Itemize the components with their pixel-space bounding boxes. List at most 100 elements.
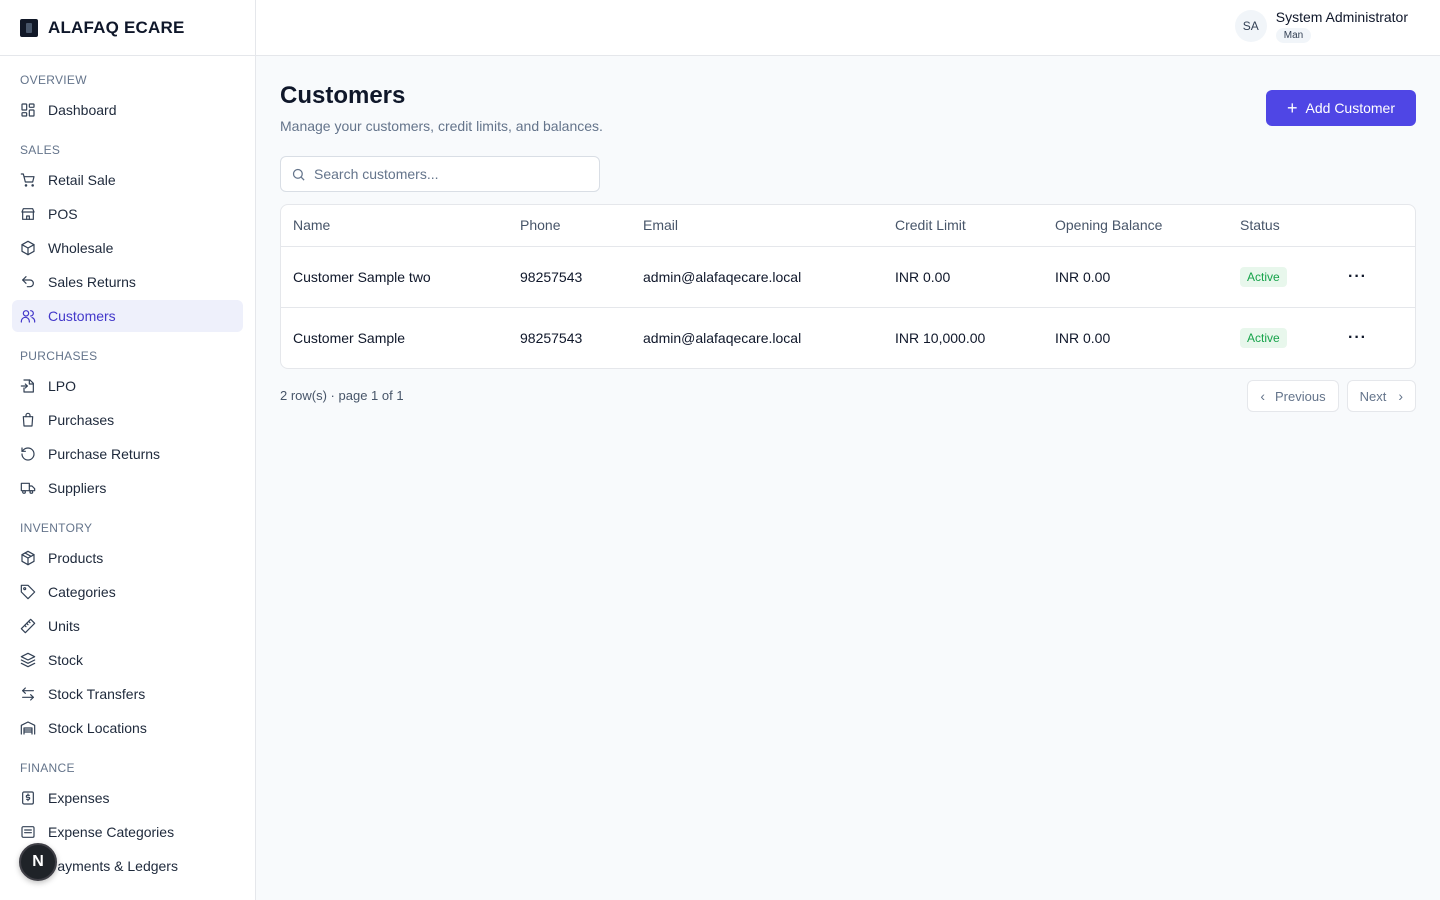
search-box[interactable] bbox=[280, 156, 600, 192]
sidebar-item-label: Stock Transfers bbox=[48, 686, 146, 702]
floating-action-badge[interactable]: N bbox=[19, 843, 57, 881]
sidebar-item-units[interactable]: Units bbox=[12, 610, 243, 642]
column-header-email[interactable]: Email bbox=[631, 205, 883, 247]
nav-section-purchases: PURCHASES bbox=[20, 349, 98, 363]
sidebar-item-label: Units bbox=[48, 618, 80, 634]
sidebar-item-retail-sale[interactable]: Retail Sale bbox=[12, 164, 243, 196]
more-actions-icon[interactable]: ··· bbox=[1348, 329, 1367, 346]
next-label: Next bbox=[1359, 388, 1387, 404]
sidebar-item-products[interactable]: Products bbox=[12, 542, 243, 574]
column-header-opening-balance[interactable]: Opening Balance bbox=[1043, 205, 1228, 247]
sidebar-item-label: Customers bbox=[48, 308, 116, 324]
table-row[interactable]: Customer Sample two 98257543 admin@alafa… bbox=[281, 246, 1415, 307]
sidebar-item-label: LPO bbox=[48, 378, 77, 394]
cell-opening-balance: INR 0.00 bbox=[1055, 268, 1111, 285]
sidebar-item-wholesale[interactable]: Wholesale bbox=[12, 232, 243, 264]
cell-email: admin@alafaqecare.local bbox=[643, 268, 802, 285]
sidebar-item-label: Sales Returns bbox=[48, 274, 136, 290]
table-row[interactable]: Customer Sample 98257543 admin@alafaqeca… bbox=[281, 306, 1415, 368]
sidebar-item-dashboard[interactable]: Dashboard bbox=[12, 94, 243, 126]
layers-icon bbox=[20, 652, 36, 668]
column-header-phone[interactable]: Phone bbox=[508, 205, 631, 247]
previous-label: Previous bbox=[1275, 388, 1326, 404]
chevron-left-icon: ‹ bbox=[1260, 388, 1266, 404]
shopping-bag-icon bbox=[20, 412, 36, 428]
sidebar-item-label: Dashboard bbox=[48, 102, 117, 118]
arrow-left-right-icon bbox=[20, 686, 36, 702]
warehouse-icon bbox=[20, 720, 36, 736]
nav-section-overview: OVERVIEW bbox=[20, 73, 87, 87]
user-info: System Administrator Man bbox=[1275, 9, 1408, 43]
status-badge: Active bbox=[1240, 327, 1287, 348]
users-icon bbox=[20, 308, 36, 324]
sidebar-item-label: Stock Locations bbox=[48, 720, 147, 736]
search-icon bbox=[292, 168, 305, 181]
dashboard-icon bbox=[20, 102, 36, 118]
sidebar-item-expense-categories[interactable]: Expense Categories bbox=[12, 816, 243, 848]
sidebar-item-purchases[interactable]: Purchases bbox=[12, 404, 243, 436]
boxes-icon bbox=[20, 240, 36, 256]
brand-logo bbox=[20, 18, 38, 37]
status-badge: Active bbox=[1240, 266, 1287, 287]
column-header-status[interactable]: Status bbox=[1228, 205, 1336, 247]
cell-phone: 98257543 bbox=[520, 268, 583, 285]
column-header-credit-limit[interactable]: Credit Limit bbox=[883, 205, 1043, 247]
sidebar-item-label: Products bbox=[48, 550, 104, 566]
user-menu[interactable]: SA System Administrator Man bbox=[1234, 9, 1408, 43]
sidebar-item-label: POS bbox=[48, 206, 78, 222]
cell-email: admin@alafaqecare.local bbox=[631, 306, 883, 368]
nav-section-finance: FINANCE bbox=[20, 761, 75, 775]
next-page-button[interactable]: Next › bbox=[1346, 380, 1416, 412]
cell-status: Active bbox=[1228, 306, 1336, 368]
column-header-name[interactable]: Name bbox=[281, 205, 508, 247]
brand[interactable]: ALAFAQ ECARE bbox=[0, 0, 255, 56]
cell-opening-balance: INR 0.00 bbox=[1043, 306, 1228, 368]
sidebar-item-label: Purchases bbox=[48, 412, 115, 428]
cell-status: Active bbox=[1228, 246, 1336, 307]
chevron-right-icon: › bbox=[1398, 388, 1403, 404]
cell-name: Customer Sample bbox=[281, 306, 508, 368]
sidebar-item-stock-locations[interactable]: Stock Locations bbox=[12, 712, 243, 744]
file-import-icon bbox=[20, 378, 36, 394]
customers-table: Name Phone Email Credit Limit Opening Ba… bbox=[280, 204, 1416, 369]
ruler-icon bbox=[20, 618, 36, 634]
sidebar-item-customers[interactable]: Customers bbox=[12, 300, 243, 332]
package-icon bbox=[20, 550, 36, 566]
sidebar-item-categories[interactable]: Categories bbox=[12, 576, 243, 608]
sidebar-item-label: Purchase Returns bbox=[48, 446, 161, 462]
store-icon bbox=[20, 206, 36, 222]
table-header-row: Name Phone Email Credit Limit Opening Ba… bbox=[281, 205, 1415, 247]
sidebar-item-expenses[interactable]: Expenses bbox=[12, 782, 243, 814]
list-icon bbox=[20, 824, 36, 840]
avatar[interactable]: SA bbox=[1234, 10, 1267, 42]
more-actions-icon[interactable]: ··· bbox=[1348, 268, 1367, 285]
sidebar: ALAFAQ ECARE OVERVIEW Dashboard SALES Re… bbox=[0, 0, 256, 900]
tag-icon bbox=[20, 584, 36, 600]
cell-credit-limit: INR 0.00 bbox=[895, 268, 951, 285]
truck-icon bbox=[20, 480, 36, 496]
add-customer-button[interactable]: + Add Customer bbox=[1266, 90, 1416, 126]
user-name: System Administrator bbox=[1275, 9, 1408, 25]
sidebar-item-stock-transfers[interactable]: Stock Transfers bbox=[12, 678, 243, 710]
undo-icon bbox=[20, 274, 36, 290]
add-customer-label: Add Customer bbox=[1305, 100, 1395, 116]
sidebar-item-label: Categories bbox=[48, 584, 116, 600]
sidebar-item-label: Wholesale bbox=[48, 240, 114, 256]
sidebar-item-label: Expenses bbox=[48, 790, 110, 806]
plus-icon: + bbox=[1287, 98, 1298, 118]
page-subtitle: Manage your customers, credit limits, an… bbox=[280, 118, 603, 134]
search-input[interactable] bbox=[314, 166, 584, 182]
sidebar-item-sales-returns[interactable]: Sales Returns bbox=[12, 266, 243, 298]
sidebar-item-suppliers[interactable]: Suppliers bbox=[12, 472, 243, 504]
cell-phone: 98257543 bbox=[508, 306, 631, 368]
sidebar-item-stock[interactable]: Stock bbox=[12, 644, 243, 676]
page-title: Customers bbox=[280, 82, 406, 109]
brand-name: ALAFAQ ECARE bbox=[48, 17, 185, 37]
previous-page-button[interactable]: ‹ Previous bbox=[1247, 380, 1339, 412]
sidebar-item-pos[interactable]: POS bbox=[12, 198, 243, 230]
nav-section-inventory: INVENTORY bbox=[20, 521, 93, 535]
user-role-badge: Man bbox=[1275, 28, 1312, 43]
sidebar-item-purchase-returns[interactable]: Purchase Returns bbox=[12, 438, 243, 470]
sidebar-item-lpo[interactable]: LPO bbox=[12, 370, 243, 402]
cell-credit-limit: INR 10,000.00 bbox=[883, 306, 1043, 368]
